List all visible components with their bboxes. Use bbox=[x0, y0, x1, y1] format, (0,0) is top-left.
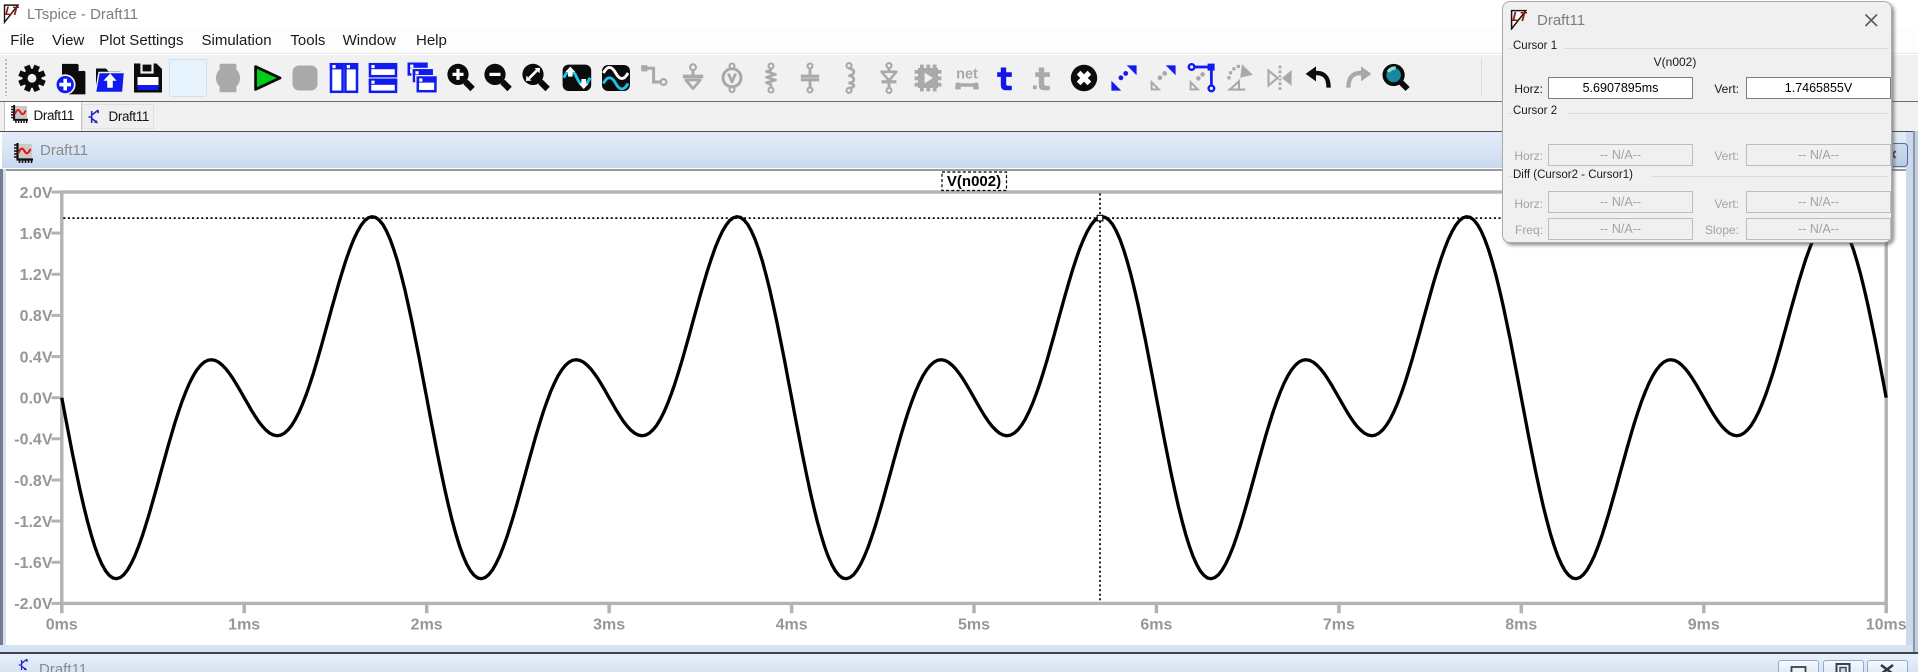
svg-text:-2.0V: -2.0V bbox=[14, 596, 53, 613]
svg-text:0.0V: 0.0V bbox=[20, 391, 53, 408]
svg-text:LT: LT bbox=[1511, 9, 1527, 24]
svg-text:2ms: 2ms bbox=[411, 617, 443, 634]
svg-text:3ms: 3ms bbox=[593, 617, 625, 634]
svg-text:6ms: 6ms bbox=[1140, 617, 1172, 634]
svg-text:10ms: 10ms bbox=[1866, 617, 1907, 634]
svg-text:0.4V: 0.4V bbox=[20, 349, 53, 366]
svg-text:-1.2V: -1.2V bbox=[14, 514, 53, 531]
svg-text:2.0V: 2.0V bbox=[20, 185, 53, 202]
svg-text:-0.8V: -0.8V bbox=[14, 473, 53, 490]
svg-text:9ms: 9ms bbox=[1688, 617, 1720, 634]
svg-text:0.8V: 0.8V bbox=[20, 308, 53, 325]
svg-text:4ms: 4ms bbox=[776, 617, 808, 634]
svg-text:V(n002): V(n002) bbox=[947, 173, 1001, 190]
svg-text:7ms: 7ms bbox=[1323, 617, 1355, 634]
svg-text:8ms: 8ms bbox=[1505, 617, 1537, 634]
svg-text:0ms: 0ms bbox=[46, 617, 78, 634]
svg-text:1.6V: 1.6V bbox=[20, 226, 53, 243]
svg-text:1.2V: 1.2V bbox=[20, 267, 53, 284]
svg-text:5ms: 5ms bbox=[958, 617, 990, 634]
svg-text:-0.4V: -0.4V bbox=[14, 432, 53, 449]
svg-text:1ms: 1ms bbox=[228, 617, 260, 634]
svg-text:-1.6V: -1.6V bbox=[14, 555, 53, 572]
